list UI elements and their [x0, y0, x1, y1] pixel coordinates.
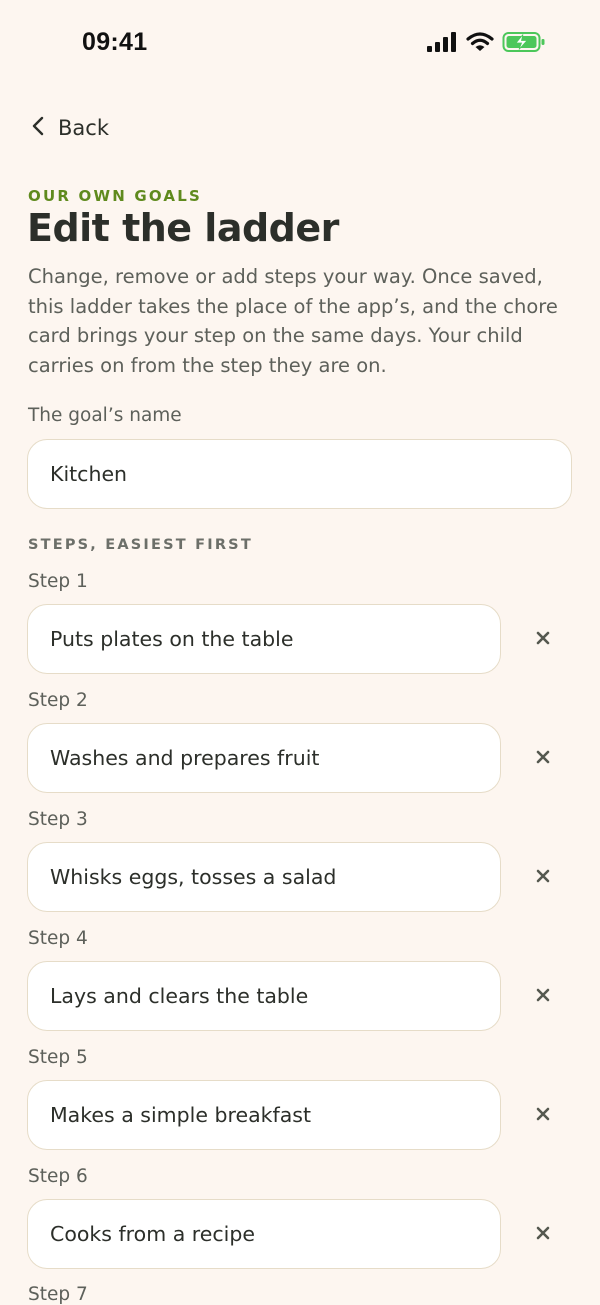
chevron-left-icon — [30, 115, 46, 141]
step-label: Step 1 — [28, 571, 88, 592]
step-label: Step 7 — [28, 1284, 88, 1305]
step-label: Step 4 — [28, 928, 88, 949]
step-input[interactable] — [27, 842, 501, 912]
back-button[interactable]: Back — [30, 115, 109, 141]
eyebrow-label: OUR OWN GOALS — [28, 187, 203, 205]
status-bar: 09:41 — [0, 0, 600, 90]
steps-section-label: STEPS, EASIEST FIRST — [28, 537, 253, 553]
step-label: Step 6 — [28, 1166, 88, 1187]
page-title: Edit the ladder — [27, 206, 339, 250]
step-input[interactable] — [27, 604, 501, 674]
close-icon — [536, 749, 550, 768]
remove-step-button[interactable] — [528, 862, 558, 892]
step-label: Step 5 — [28, 1047, 88, 1068]
remove-step-button[interactable] — [528, 743, 558, 773]
close-icon — [536, 1225, 550, 1244]
step-input[interactable] — [27, 1080, 501, 1150]
close-icon — [536, 630, 550, 649]
close-icon — [536, 868, 550, 887]
step-label: Step 3 — [28, 809, 88, 830]
remove-step-button[interactable] — [528, 1100, 558, 1130]
close-icon — [536, 987, 550, 1006]
step-input[interactable] — [27, 961, 501, 1031]
remove-step-button[interactable] — [528, 1219, 558, 1249]
remove-step-button[interactable] — [528, 624, 558, 654]
status-time: 09:41 — [82, 28, 148, 56]
page-description: Change, remove or add steps your way. On… — [28, 265, 558, 377]
signal-icon — [426, 31, 458, 57]
wifi-icon — [466, 31, 494, 57]
remove-step-button[interactable] — [528, 981, 558, 1011]
step-label: Step 2 — [28, 690, 88, 711]
close-icon — [536, 1106, 550, 1125]
step-input[interactable] — [27, 723, 501, 793]
status-icons — [426, 31, 546, 57]
battery-charging-icon — [502, 31, 546, 57]
goal-name-input[interactable] — [27, 439, 572, 509]
step-input[interactable] — [27, 1199, 501, 1269]
goal-name-label: The goal’s name — [28, 405, 182, 426]
back-label: Back — [58, 116, 109, 140]
